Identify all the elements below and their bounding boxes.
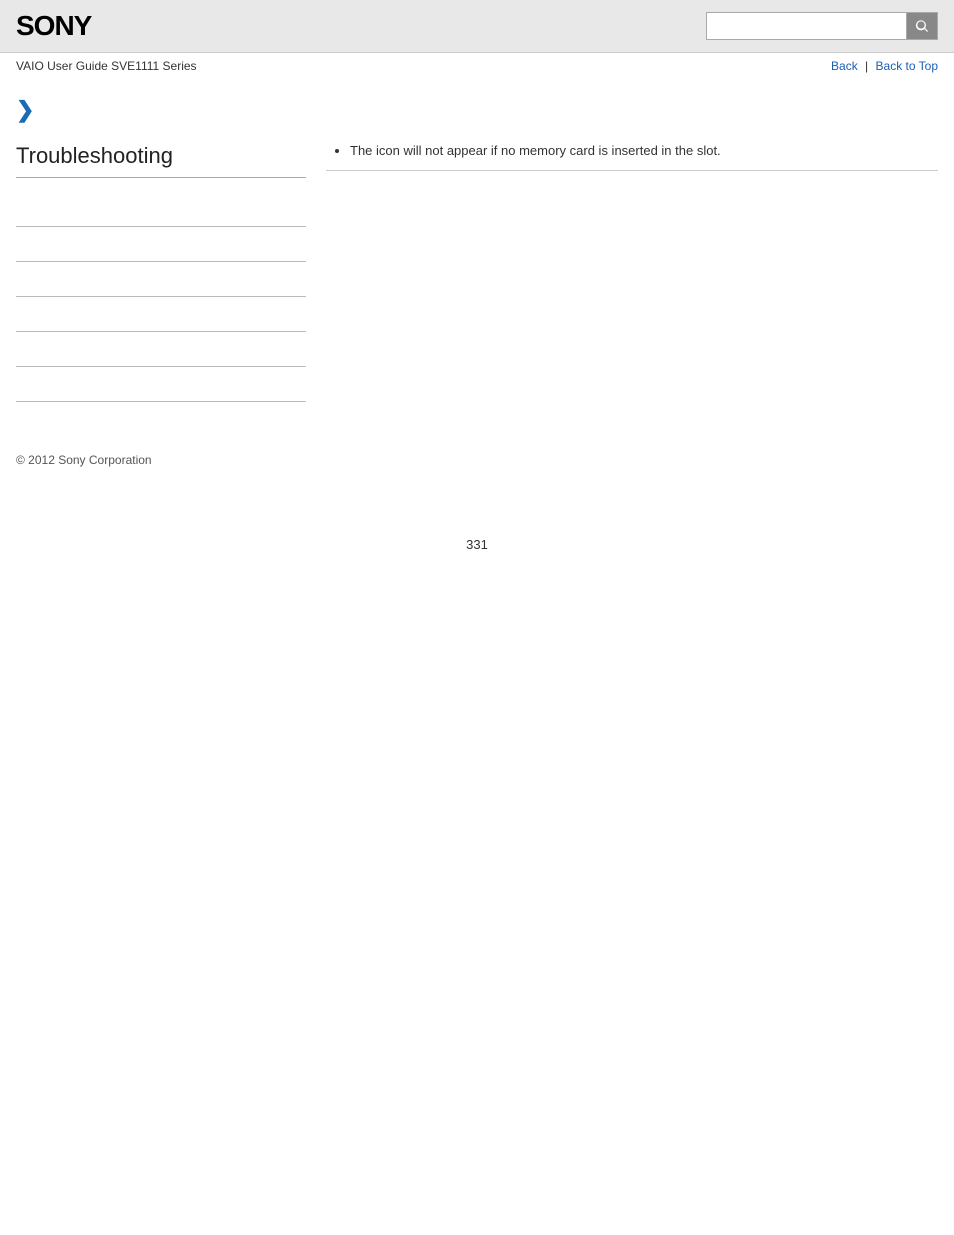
sony-logo: SONY (16, 10, 91, 42)
sidebar-link-item-4 (16, 297, 306, 332)
back-link[interactable]: Back (831, 59, 858, 73)
nav-links: Back | Back to Top (831, 59, 938, 73)
bullet-list: The icon will not appear if no memory ca… (326, 143, 938, 164)
sidebar-link-item-3 (16, 262, 306, 297)
sidebar-link-3[interactable] (16, 274, 306, 288)
breadcrumb: VAIO User Guide SVE1111 Series (16, 59, 197, 73)
sidebar-link-2[interactable] (16, 239, 306, 253)
nav-separator: | (865, 59, 868, 73)
sidebar-link-item-1 (16, 192, 306, 227)
sidebar-link-item-5 (16, 332, 306, 367)
sidebar-link-6[interactable] (16, 379, 306, 393)
chevron-icon: ❯ (16, 97, 34, 123)
footer: © 2012 Sony Corporation (0, 422, 954, 477)
sidebar-link-item-2 (16, 227, 306, 262)
sidebar-link-1[interactable] (16, 204, 306, 218)
left-sidebar: Troubleshooting (16, 143, 306, 402)
main-content: ❯ Troubleshooting (0, 79, 954, 422)
nav-bar: VAIO User Guide SVE1111 Series Back | Ba… (0, 53, 954, 79)
copyright: © 2012 Sony Corporation (16, 453, 152, 467)
search-input[interactable] (706, 12, 906, 40)
search-button[interactable] (906, 12, 938, 40)
header: SONY (0, 0, 954, 53)
search-area (706, 12, 938, 40)
content-divider (326, 170, 938, 171)
bullet-item-1: The icon will not appear if no memory ca… (350, 143, 938, 164)
search-icon (914, 18, 930, 34)
back-to-top-link[interactable]: Back to Top (876, 59, 938, 73)
page-number: 331 (0, 537, 954, 552)
right-content: The icon will not appear if no memory ca… (326, 143, 938, 402)
sidebar-link-5[interactable] (16, 344, 306, 358)
sidebar-link-item-6 (16, 367, 306, 402)
content-layout: Troubleshooting The (16, 143, 938, 402)
sidebar-link-4[interactable] (16, 309, 306, 323)
section-title: Troubleshooting (16, 143, 306, 178)
